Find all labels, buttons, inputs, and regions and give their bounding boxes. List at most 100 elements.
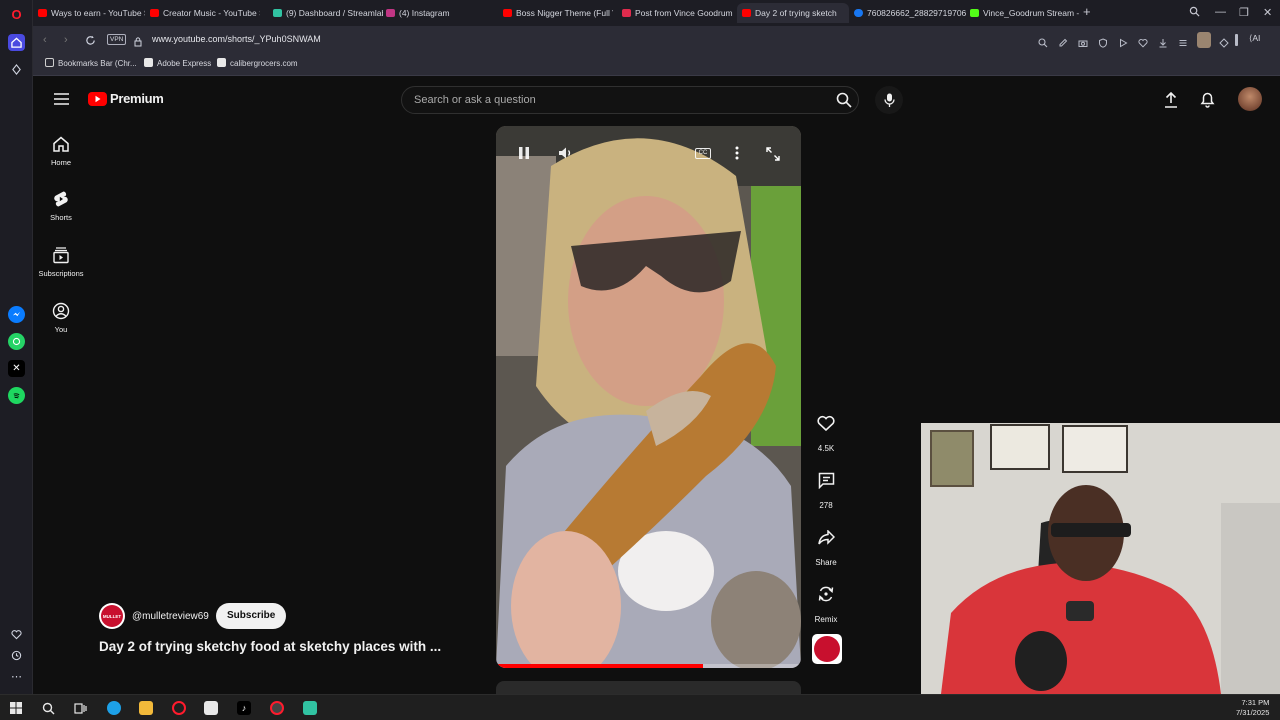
browser-tab[interactable]: Boss Nigger Theme (Full V — [498, 3, 613, 23]
upload-icon[interactable] — [1164, 91, 1178, 113]
tab-title: (4) Instagram — [399, 8, 450, 18]
file-explorer-icon[interactable] — [139, 701, 153, 715]
remix-button[interactable]: Remix — [811, 579, 841, 624]
browser-tab[interactable]: Creator Music - YouTube S — [145, 3, 260, 23]
nav-label: Subscriptions — [38, 269, 84, 278]
ai-label: AI — [1252, 33, 1261, 43]
history-icon[interactable] — [8, 647, 25, 664]
whatsapp-icon[interactable] — [8, 333, 25, 350]
shorts-video-player[interactable]: CC — [496, 126, 801, 668]
voice-search-button[interactable] — [875, 86, 903, 114]
browser-tab[interactable]: 760826662_28829719706 — [849, 3, 966, 23]
subscribe-button[interactable]: Subscribe — [216, 603, 287, 629]
video-frame-image — [496, 126, 801, 668]
x-twitter-icon[interactable]: ✕ — [8, 360, 25, 377]
shorts-icon — [54, 191, 68, 207]
extensions-icon[interactable] — [1219, 35, 1229, 48]
new-tab-button[interactable]: + — [1083, 4, 1091, 19]
opera-gx-icon[interactable] — [270, 701, 284, 715]
sound-thumbnail[interactable] — [812, 634, 842, 664]
edit-icon[interactable] — [1058, 35, 1068, 47]
home-speed-dial-icon[interactable] — [8, 34, 25, 51]
clock-time: 7:31 PM — [1241, 698, 1270, 707]
lock-icon[interactable] — [134, 34, 142, 52]
account-avatar[interactable] — [1238, 87, 1262, 111]
search-button[interactable] — [830, 86, 858, 114]
browser-tab[interactable]: (9) Dashboard / Streamlab — [268, 3, 383, 23]
hamburger-menu-icon[interactable] — [54, 92, 69, 110]
clock[interactable]: 7:31 PM 7/31/2025 — [1236, 698, 1269, 718]
nav-home[interactable]: Home — [33, 135, 89, 167]
pinboard-icon[interactable] — [8, 61, 25, 78]
back-button[interactable]: ‹ — [43, 34, 47, 46]
maximize-button[interactable]: ❐ — [1239, 6, 1249, 19]
remix-icon — [811, 579, 841, 609]
player-icon[interactable] — [1118, 35, 1128, 48]
reload-button[interactable] — [85, 33, 96, 51]
messenger-icon[interactable] — [8, 306, 25, 323]
tab-search-icon[interactable] — [1189, 6, 1200, 20]
opera-taskbar-icon[interactable] — [172, 701, 186, 715]
search-taskbar-icon[interactable] — [41, 701, 55, 715]
youtube-premium-logo[interactable]: Premium — [88, 91, 164, 106]
windows-start-icon[interactable] — [9, 701, 23, 715]
like-button[interactable]: 4.5K — [811, 408, 841, 453]
volume-icon[interactable] — [558, 146, 574, 160]
download-icon[interactable] — [1158, 35, 1168, 48]
notifications-bell-icon[interactable] — [1200, 91, 1215, 113]
heart-icon[interactable] — [1138, 35, 1148, 48]
search-in-page-icon[interactable] — [1038, 35, 1048, 48]
comments-button[interactable]: 278 — [811, 465, 841, 510]
bookmark-item[interactable]: Adobe Express — [144, 58, 211, 68]
browser-tab[interactable]: Ways to earn - YouTube S — [33, 3, 145, 23]
fullscreen-icon[interactable] — [766, 147, 780, 161]
pause-icon[interactable] — [518, 146, 530, 160]
nav-subscriptions[interactable]: Subscriptions — [33, 246, 89, 278]
bookmark-item[interactable]: Bookmarks Bar (Chr... — [45, 58, 137, 68]
browser-tab[interactable]: Post from Vince Goodrum — [617, 3, 735, 23]
aria-ai-button[interactable]: ⟨AI — [1249, 33, 1260, 44]
share-button[interactable]: Share — [811, 522, 841, 567]
menu-icon[interactable] — [1178, 35, 1188, 46]
vpn-badge[interactable]: VPN — [107, 34, 127, 45]
camera-snapshot-icon[interactable] — [1078, 35, 1088, 47]
forward-button[interactable]: › — [64, 34, 68, 46]
sidebar-toggle-icon[interactable] — [1235, 34, 1238, 46]
shield-adblock-icon[interactable] — [1098, 35, 1108, 48]
spotify-icon[interactable] — [8, 387, 25, 404]
edge-icon[interactable] — [107, 701, 121, 715]
bookmark-item[interactable]: calibergrocers.com — [217, 58, 298, 68]
channel-handle[interactable]: @mulletreview69 — [132, 611, 209, 622]
video-title[interactable]: Day 2 of trying sketchy food at sketchy … — [99, 639, 441, 654]
captions-icon[interactable]: CC — [695, 148, 711, 159]
opera-logo-icon[interactable]: O — [8, 6, 25, 23]
progress-track[interactable] — [496, 664, 801, 668]
streamlabs-favicon-icon — [273, 9, 282, 17]
webcam-image — [921, 423, 1280, 694]
minimize-button[interactable]: — — [1215, 6, 1226, 18]
browser-tab[interactable]: Vince_Goodrum Stream - — [965, 3, 1083, 23]
channel-avatar[interactable]: MULLET — [99, 603, 125, 629]
heart-favorites-icon[interactable] — [8, 626, 25, 643]
streamlabs-icon[interactable] — [303, 701, 317, 715]
tiktok-icon[interactable]: ♪ — [237, 701, 251, 715]
url-bar[interactable]: VPN www.youtube.com/shorts/_YPuh0SNWAM — [105, 31, 1125, 49]
close-window-button[interactable]: ✕ — [1263, 6, 1272, 19]
tab-title: Vince_Goodrum Stream - — [983, 8, 1080, 18]
bookmark-label: Bookmarks Bar (Chr... — [58, 59, 137, 68]
browser-tab[interactable]: (4) Instagram — [381, 3, 496, 23]
nav-you[interactable]: You — [33, 302, 89, 334]
url-text: www.youtube.com/shorts/_YPuh0SNWAM — [152, 34, 321, 44]
nav-shorts[interactable]: Shorts — [33, 190, 89, 222]
more-options-icon[interactable]: ⋯ — [8, 668, 25, 685]
browser-tab-active[interactable]: Day 2 of trying sketch — [737, 3, 849, 23]
search-input[interactable]: Search or ask a question — [401, 86, 859, 114]
store-icon[interactable] — [204, 701, 218, 715]
next-short-preview[interactable] — [496, 681, 801, 694]
task-view-icon[interactable] — [73, 701, 87, 715]
more-vert-icon[interactable] — [735, 146, 739, 160]
nav-label: You — [54, 325, 68, 334]
microphone-icon — [883, 93, 895, 107]
profile-avatar[interactable] — [1197, 32, 1211, 48]
browser-sidebar: O ✕ ⋯ — [0, 0, 33, 694]
